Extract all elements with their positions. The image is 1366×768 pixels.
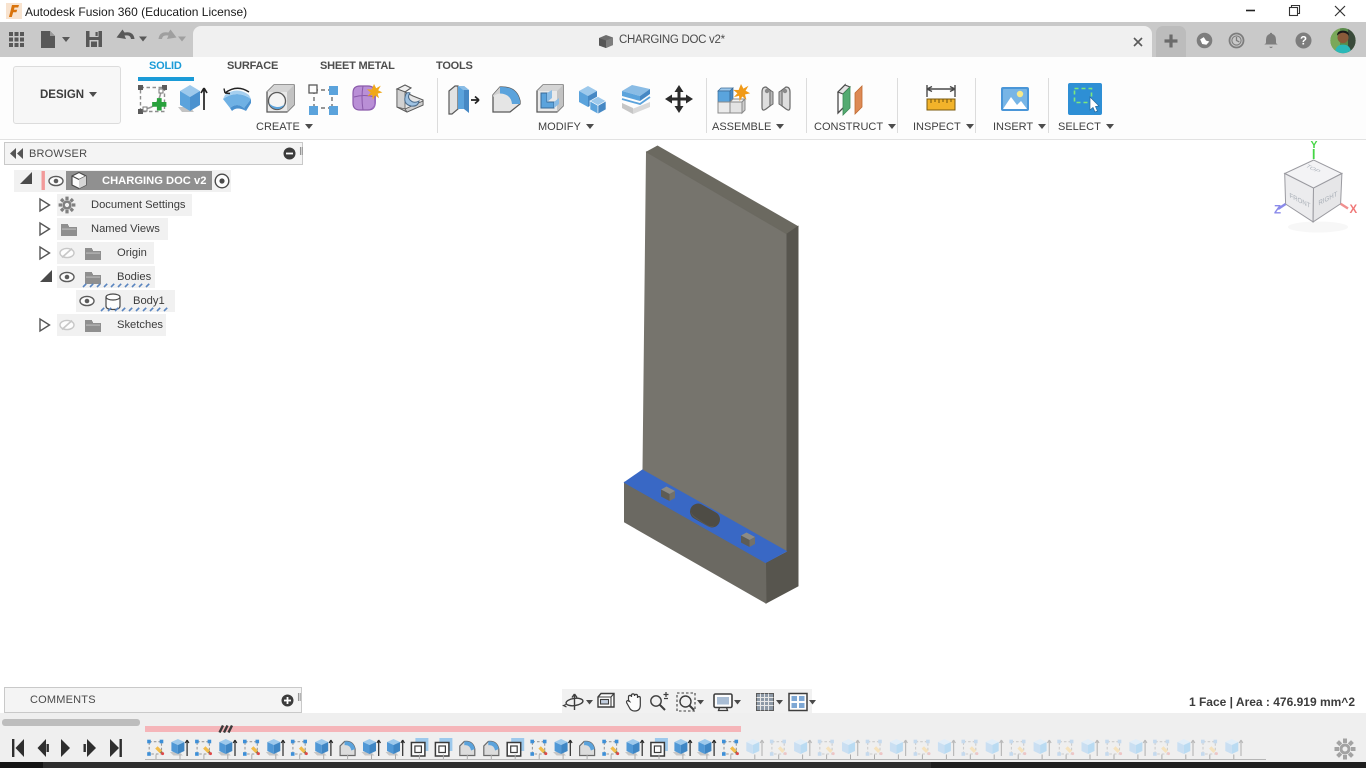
svg-text:X: X: [1350, 204, 1358, 216]
svg-text:?: ?: [1300, 35, 1307, 47]
svg-text:Y: Y: [1311, 139, 1318, 151]
svg-text:Z: Z: [1274, 205, 1281, 217]
